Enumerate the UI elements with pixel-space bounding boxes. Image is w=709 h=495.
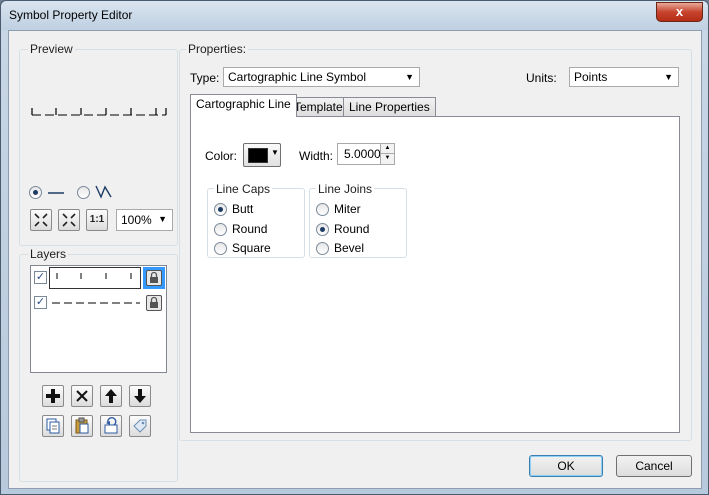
- dialog-client-area: Preview 1:1 100% ▼ Layers ✓ ✓ Properties…: [8, 30, 702, 489]
- chevron-down-icon: ▼: [664, 72, 673, 82]
- line-joins-label: Line Joins: [316, 182, 375, 196]
- line-join-round-label: Round: [334, 222, 370, 236]
- paste-icon: [75, 417, 89, 434]
- ok-button[interactable]: OK: [529, 455, 603, 477]
- units-select[interactable]: Points ▼: [569, 67, 679, 87]
- type-label: Type:: [190, 71, 220, 85]
- tag-icon: [133, 419, 147, 433]
- width-decrease-button[interactable]: ▼: [380, 154, 394, 164]
- color-label: Color:: [205, 149, 238, 163]
- zoom-level-value: 100%: [121, 213, 152, 227]
- line-preview-radio[interactable]: [29, 186, 42, 199]
- close-button[interactable]: x: [656, 2, 703, 22]
- copy-layer-button[interactable]: [42, 415, 64, 437]
- properties-label: Properties:: [186, 42, 249, 56]
- undo-icon: [104, 417, 118, 434]
- tab-cartographic-line[interactable]: Cartographic Line: [190, 94, 297, 117]
- layer-properties-button[interactable]: [129, 415, 151, 437]
- cartographic-line-panel: Color: ▼ Width: 5.0000 ▲ ▼ Line Caps But…: [190, 116, 680, 433]
- arrow-up-icon: [105, 389, 117, 403]
- preview-group: Preview 1:1 100% ▼: [19, 42, 178, 246]
- line-cap-square-radio[interactable]: [214, 242, 227, 255]
- zoom-in-button[interactable]: [30, 209, 52, 231]
- color-swatch: [248, 148, 268, 163]
- layer-lock-button[interactable]: [146, 270, 162, 286]
- close-icon: x: [675, 4, 684, 19]
- straight-line-icon: [48, 192, 64, 194]
- preview-label: Preview: [28, 42, 75, 56]
- line-cap-butt-radio[interactable]: [214, 203, 227, 216]
- lock-icon: [150, 271, 158, 283]
- line-cap-square-label: Square: [232, 241, 271, 255]
- cancel-button[interactable]: Cancel: [616, 455, 692, 477]
- layers-label: Layers: [28, 247, 69, 261]
- lock-icon: [150, 296, 158, 308]
- symbol-preview: [31, 108, 167, 116]
- line-join-miter-radio[interactable]: [316, 203, 329, 216]
- zigzag-line-icon: [95, 185, 112, 199]
- remove-layer-button[interactable]: [71, 385, 93, 407]
- layer-row[interactable]: ✓: [32, 293, 165, 313]
- layer-visible-checkbox[interactable]: ✓: [34, 296, 47, 309]
- layers-list[interactable]: ✓ ✓: [30, 265, 167, 373]
- color-picker-button[interactable]: ▼: [243, 143, 281, 167]
- layer-symbol-preview: [49, 267, 141, 289]
- arrow-down-icon: [134, 389, 146, 403]
- layers-group: Layers ✓ ✓: [19, 247, 178, 482]
- zoom-out-button[interactable]: [58, 209, 80, 231]
- move-layer-down-button[interactable]: [129, 385, 151, 407]
- title-bar[interactable]: Symbol Property Editor x: [1, 1, 708, 30]
- move-layer-up-button[interactable]: [100, 385, 122, 407]
- properties-group: Properties: Type: Cartographic Line Symb…: [179, 42, 692, 441]
- chevron-down-icon: ▼: [271, 148, 279, 157]
- width-label: Width:: [299, 149, 334, 163]
- width-increase-button[interactable]: ▲: [380, 144, 394, 154]
- window-title: Symbol Property Editor: [9, 8, 133, 22]
- line-join-miter-label: Miter: [334, 202, 361, 216]
- chevron-down-icon: ▼: [158, 214, 167, 224]
- reset-layer-button[interactable]: [100, 415, 122, 437]
- line-caps-label: Line Caps: [214, 182, 273, 196]
- line-caps-group: Line Caps Butt Round Square: [207, 182, 305, 258]
- line-join-round-radio[interactable]: [316, 223, 329, 236]
- delete-x-icon: [76, 390, 88, 402]
- layer-lock-button[interactable]: [146, 295, 162, 311]
- zoom-out-icon: [62, 213, 76, 227]
- units-label: Units:: [526, 71, 557, 85]
- add-layer-button[interactable]: [42, 385, 64, 407]
- line-join-bevel-radio[interactable]: [316, 242, 329, 255]
- line-join-bevel-label: Bevel: [334, 241, 365, 255]
- tab-line-properties[interactable]: Line Properties: [343, 97, 436, 117]
- line-joins-group: Line Joins Miter Round Bevel: [309, 182, 407, 258]
- actual-size-button[interactable]: 1:1: [86, 209, 108, 231]
- line-cap-round-radio[interactable]: [214, 223, 227, 236]
- symbol-property-editor-window: Symbol Property Editor x Preview 1:1 100…: [0, 0, 709, 495]
- chevron-down-icon: ▼: [405, 72, 414, 82]
- symbol-type-value: Cartographic Line Symbol: [228, 70, 367, 84]
- curve-preview-radio[interactable]: [77, 186, 90, 199]
- plus-icon: [46, 389, 60, 403]
- width-value: 5.0000: [344, 147, 381, 161]
- paste-layer-button[interactable]: [71, 415, 93, 437]
- layer-visible-checkbox[interactable]: ✓: [34, 271, 47, 284]
- line-cap-round-label: Round: [232, 222, 268, 236]
- copy-icon: [46, 418, 60, 434]
- width-stepper[interactable]: 5.0000 ▲ ▼: [337, 143, 395, 165]
- zoom-in-icon: [34, 213, 48, 227]
- symbol-type-select[interactable]: Cartographic Line Symbol ▼: [223, 67, 420, 87]
- units-value: Points: [574, 70, 608, 84]
- layer-symbol-preview: [52, 302, 140, 304]
- zoom-level-select[interactable]: 100% ▼: [116, 209, 173, 231]
- layer-row[interactable]: ✓: [32, 267, 165, 289]
- actual-size-icon: 1:1: [89, 214, 105, 225]
- tab-template[interactable]: Template: [288, 97, 349, 117]
- line-cap-butt-label: Butt: [232, 202, 254, 216]
